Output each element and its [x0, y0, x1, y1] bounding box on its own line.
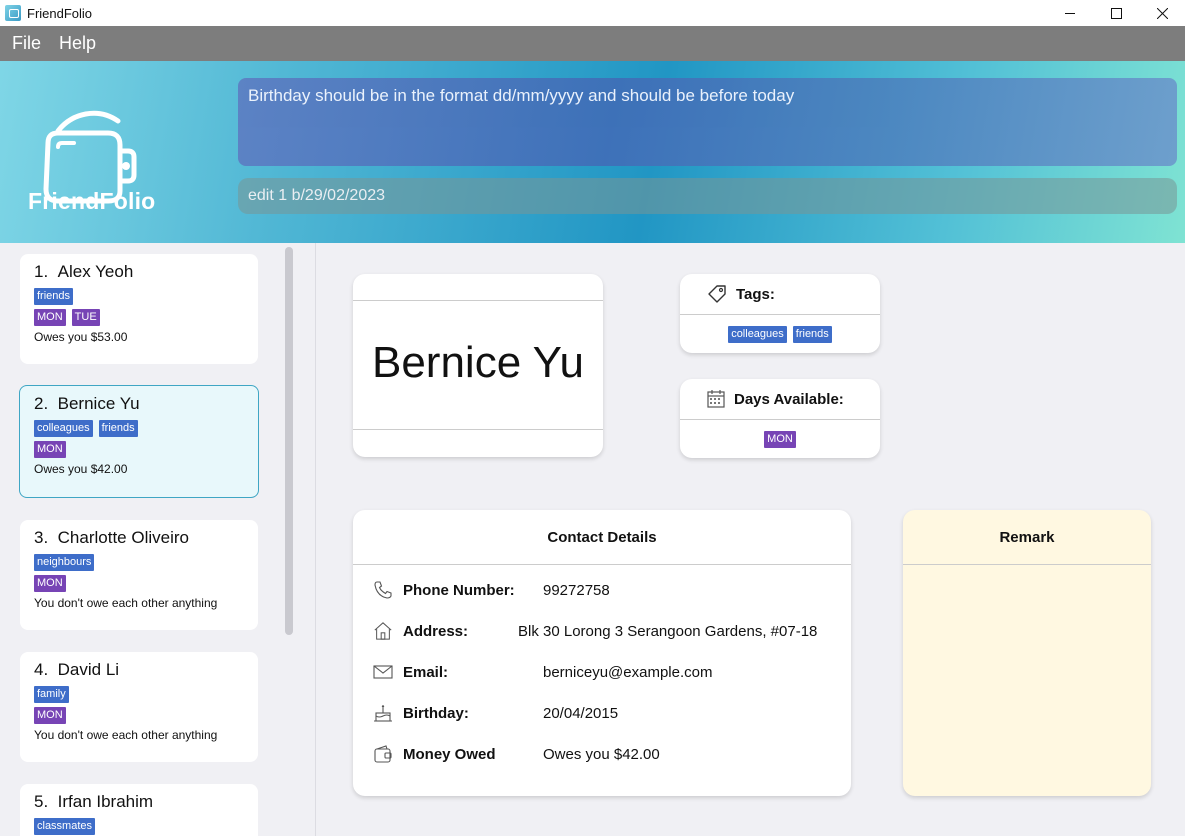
tag-badge: colleagues — [34, 420, 93, 437]
contact-details-title: Contact Details — [353, 510, 851, 565]
phone-icon — [373, 580, 393, 600]
maximize-icon — [1110, 7, 1122, 19]
contact-details-card: Contact Details Phone Number: 99272758 A… — [353, 510, 851, 796]
house-icon — [373, 621, 393, 641]
person-name: 3. Charlotte Oliveiro — [34, 528, 189, 547]
wallet-icon — [373, 744, 393, 764]
person-card-1[interactable]: 1. Alex Yeoh friends MON TUE Owes you $53… — [20, 254, 258, 364]
person-name: 1. Alex Yeoh — [34, 262, 134, 281]
person-list-panel: 1. Alex Yeoh friends MON TUE Owes you $53… — [0, 243, 316, 836]
maximize-button[interactable] — [1093, 0, 1139, 26]
detail-name: Bernice Yu — [371, 338, 584, 387]
person-name: 4. David Li — [34, 660, 120, 679]
email-label: Email: — [403, 663, 449, 681]
tag-badge: friends — [792, 325, 832, 343]
person-card-5[interactable]: 5. Irfan Ibrahim classmates — [20, 784, 258, 836]
money-row: Money Owed Owes you $42.00 — [373, 741, 660, 767]
person-name: 5. Irfan Ibrahim — [34, 792, 154, 811]
owe-text: Owes you $53.00 — [34, 330, 128, 344]
title-bar: FriendFolio — [0, 0, 1185, 26]
owe-text: You don't owe each other anything — [34, 728, 218, 742]
menu-file[interactable]: File — [12, 33, 41, 54]
address-label: Address: — [403, 622, 469, 640]
tags-body: colleagues friends — [680, 315, 880, 353]
remark-card: Remark — [903, 510, 1151, 796]
divider — [353, 429, 603, 430]
tag-badge: colleagues — [728, 325, 787, 343]
day-badge: MON — [34, 441, 66, 458]
phone-value: 99272758 — [543, 581, 610, 599]
day-badge: MON — [34, 707, 66, 724]
tags-card: Tags: colleagues friends — [680, 274, 880, 353]
phone-row: Phone Number: 99272758 — [373, 577, 610, 603]
person-card-3[interactable]: 3. Charlotte Oliveiro neighbours MON You… — [20, 520, 258, 630]
day-badge: MON — [34, 309, 66, 326]
owe-text: You don't owe each other anything — [34, 596, 218, 610]
tag-badge: friends — [34, 288, 74, 305]
name-card: Bernice Yu — [353, 274, 603, 457]
person-card-4[interactable]: 4. David Li family MON You don't owe eac… — [20, 652, 258, 762]
day-badge: MON — [34, 575, 66, 592]
days-card: Days Available: MON — [680, 379, 880, 458]
tags-header: Tags: — [680, 274, 880, 315]
divider — [353, 300, 603, 301]
cake-icon — [373, 703, 393, 723]
person-name: 2. Bernice Yu — [34, 394, 140, 413]
email-value: berniceyu@example.com — [543, 663, 713, 681]
close-button[interactable] — [1139, 0, 1185, 26]
days-label: Days Available: — [734, 390, 844, 408]
envelope-icon — [373, 662, 393, 682]
money-label: Money Owed — [403, 745, 496, 763]
person-card-2[interactable]: 2. Bernice Yu colleagues friends MON Owes… — [19, 385, 259, 498]
birthday-value: 20/04/2015 — [543, 704, 619, 722]
tag-icon — [708, 285, 726, 303]
tag-badge: neighbours — [34, 554, 95, 571]
command-input[interactable]: edit 1 b/29/02/2023 — [238, 178, 1177, 214]
day-badge: TUE — [71, 309, 100, 326]
window-title: FriendFolio — [27, 5, 93, 21]
result-display: Birthday should be in the format dd/mm/y… — [238, 78, 1177, 166]
owe-text: Owes you $42.00 — [34, 462, 128, 476]
app-icon — [5, 5, 21, 21]
list-scrollbar[interactable] — [285, 247, 293, 635]
calendar-icon — [707, 390, 725, 408]
days-body: MON — [680, 420, 880, 458]
email-row: Email: berniceyu@example.com — [373, 659, 712, 685]
tag-badge: family — [34, 686, 69, 703]
address-value: Blk 30 Lorong 3 Serangoon Gardens, #07-1… — [518, 622, 818, 640]
days-header: Days Available: — [680, 379, 880, 420]
tag-badge: classmates — [34, 818, 96, 835]
address-row: Address: Blk 30 Lorong 3 Serangoon Garde… — [373, 618, 817, 644]
menu-help[interactable]: Help — [59, 33, 96, 54]
header-banner: FriendFolio Birthday should be in the fo… — [0, 61, 1185, 243]
minimize-icon — [1065, 13, 1075, 14]
minimize-button[interactable] — [1047, 0, 1093, 26]
tags-label: Tags: — [736, 285, 775, 303]
menu-bar: File Help — [0, 26, 1185, 61]
logo-text: FriendFolio — [28, 188, 156, 214]
remark-title: Remark — [903, 510, 1151, 565]
close-icon — [1156, 7, 1168, 19]
day-badge: MON — [764, 430, 796, 448]
money-value: Owes you $42.00 — [543, 745, 660, 763]
birthday-row: Birthday: 20/04/2015 — [373, 700, 618, 726]
phone-label: Phone Number: — [403, 581, 515, 599]
window-controls — [1047, 0, 1185, 26]
birthday-label: Birthday: — [403, 704, 469, 722]
tag-badge: friends — [98, 420, 138, 437]
